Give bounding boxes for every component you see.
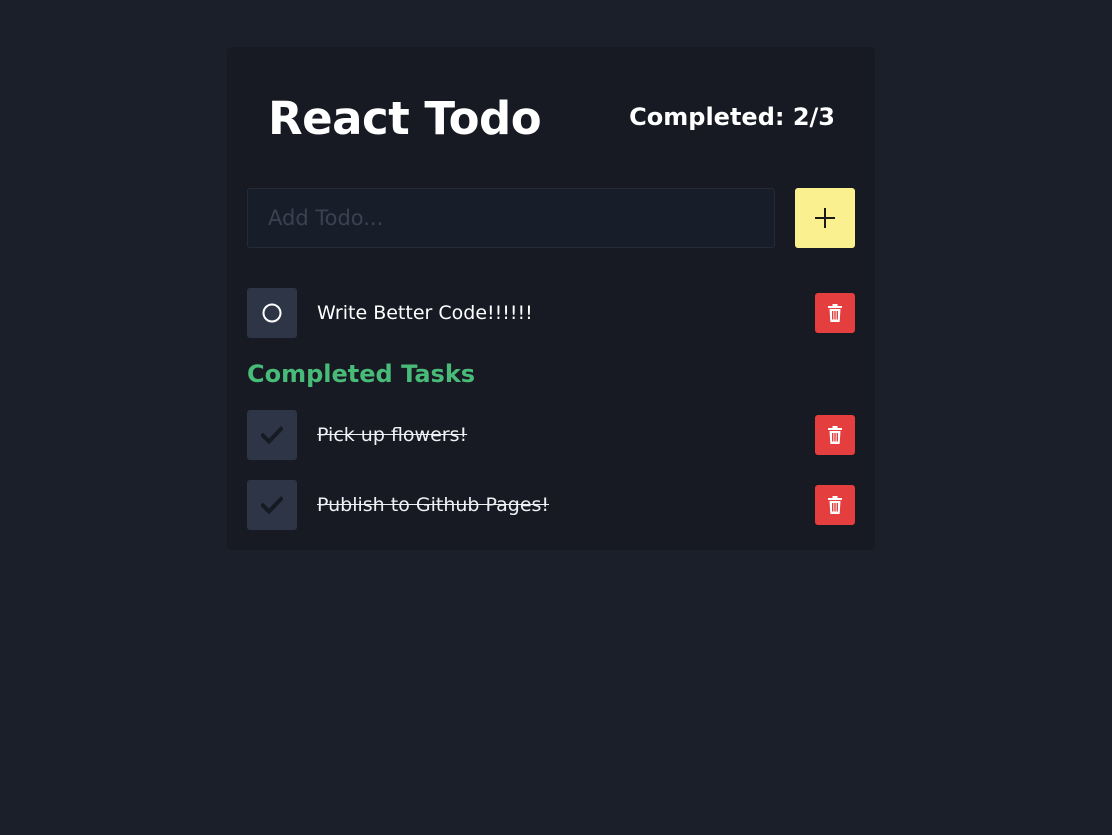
complete-toggle[interactable] [247,480,297,530]
delete-todo-button[interactable] [815,485,855,525]
app-title: React Todo [268,92,542,145]
check-icon [261,496,283,514]
add-todo-button[interactable] [795,188,855,248]
completed-counter: Completed: 2/3 [629,103,835,131]
add-todo-input[interactable] [247,188,775,248]
trash-icon [828,304,842,322]
plus-icon [815,208,835,228]
trash-icon [828,496,842,514]
todo-card: React Todo Completed: 2/3 Write Better C… [227,47,875,550]
complete-toggle[interactable] [247,410,297,460]
delete-todo-button[interactable] [815,415,855,455]
todo-text: Pick up flowers! [317,424,468,446]
trash-icon [828,426,842,444]
check-icon [261,426,283,444]
completed-todo-item: Pick up flowers! [247,410,855,460]
delete-todo-button[interactable] [815,293,855,333]
todo-text: Write Better Code!!!!!! [317,302,533,324]
complete-toggle[interactable] [247,288,297,338]
completed-todo-item: Publish to Github Pages! [247,480,855,530]
todo-text: Publish to Github Pages! [317,494,550,516]
circle-icon [262,303,282,323]
todo-item: Write Better Code!!!!!! [247,288,855,338]
completed-section-heading: Completed Tasks [247,360,476,388]
